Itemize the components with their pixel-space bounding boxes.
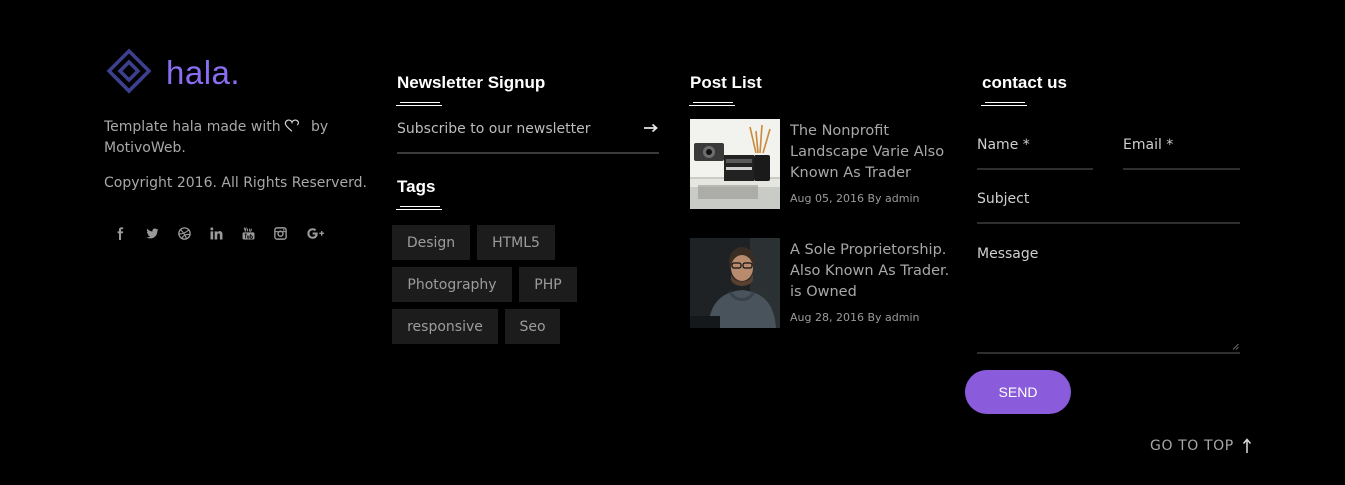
tag-html5[interactable]: HTML5: [477, 225, 555, 260]
linkedin-icon[interactable]: [210, 225, 242, 241]
subject-placeholder: Subject: [977, 191, 1030, 207]
message-placeholder: Message: [977, 246, 1039, 262]
facebook-icon[interactable]: [114, 225, 146, 241]
tag-php[interactable]: PHP: [519, 267, 577, 302]
tag-design[interactable]: Design: [392, 225, 470, 260]
heart-icon: [284, 119, 299, 132]
brand-name: hala.: [166, 53, 241, 91]
tag-seo[interactable]: Seo: [505, 309, 560, 344]
newsletter-heading: Newsletter Signup: [397, 73, 546, 92]
heading-underline: [981, 102, 1027, 108]
email-field[interactable]: Email *: [1123, 137, 1240, 170]
heading-underline: [689, 102, 735, 108]
brand-logo[interactable]: hala.: [104, 48, 240, 98]
arrow-up-icon: [1242, 438, 1251, 453]
heading-underline: [396, 206, 442, 212]
subject-field[interactable]: Subject: [977, 191, 1240, 224]
about-text: Template hala made with by MotivoWeb.: [104, 117, 374, 159]
newsletter-input[interactable]: Subscribe to our newsletter: [397, 121, 590, 137]
copyright-text: Copyright 2016. All Rights Reserverd.: [104, 175, 367, 191]
contact-heading: contact us: [982, 73, 1068, 92]
arrow-right-icon[interactable]: [643, 120, 659, 136]
go-to-top-link[interactable]: GO TO TOP: [1150, 438, 1252, 454]
dribbble-icon[interactable]: [178, 225, 210, 241]
post-meta: Aug 05, 2016 By admin: [790, 192, 920, 205]
heading-underline: [396, 102, 442, 108]
tag-responsive[interactable]: responsive: [392, 309, 498, 344]
instagram-icon[interactable]: [274, 225, 306, 241]
tags-heading: Tags: [397, 177, 436, 196]
about-text-after: by: [306, 119, 329, 135]
post-title[interactable]: A Sole Proprietorship. Also Known As Tra…: [790, 240, 950, 303]
post-thumbnail[interactable]: [690, 119, 780, 209]
message-field[interactable]: Message: [977, 242, 1240, 354]
send-button[interactable]: SEND: [965, 370, 1071, 414]
about-text-before: Template hala made with: [104, 119, 281, 135]
post-list-heading: Post List: [690, 73, 762, 92]
name-field[interactable]: Name *: [977, 137, 1093, 170]
name-placeholder: Name *: [977, 137, 1030, 153]
logo-icon: [106, 48, 152, 94]
social-links: [114, 225, 338, 241]
resize-grip-icon[interactable]: [1232, 343, 1239, 350]
author-link[interactable]: MotivoWeb.: [104, 140, 186, 156]
tag-photography[interactable]: Photography: [392, 267, 512, 302]
twitter-icon[interactable]: [146, 225, 178, 241]
go-to-top-label: GO TO TOP: [1150, 438, 1234, 454]
post-title[interactable]: The Nonprofit Landscape Varie Also Known…: [790, 121, 950, 184]
google-plus-icon[interactable]: [306, 225, 338, 241]
post-thumbnail[interactable]: [690, 238, 780, 328]
email-placeholder: Email *: [1123, 137, 1174, 153]
post-meta: Aug 28, 2016 By admin: [790, 311, 920, 324]
youtube-icon[interactable]: [242, 225, 274, 241]
newsletter-form: Subscribe to our newsletter: [397, 118, 659, 154]
